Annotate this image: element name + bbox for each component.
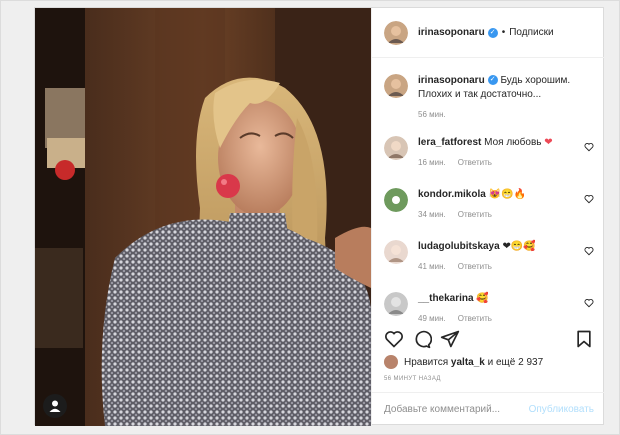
liker-avatar[interactable]	[384, 355, 398, 369]
post-side-panel: irinasoponaru ✓ • Подписки irinasoponaru…	[371, 8, 606, 426]
comment-item: kondor.mikola 😻😁🔥 34 мин. Ответить	[384, 188, 594, 222]
comment-text: Моя любовь	[484, 137, 542, 148]
post-modal: irinasoponaru ✓ • Подписки irinasoponaru…	[34, 7, 606, 426]
like-comment-heart-icon[interactable]	[584, 142, 594, 152]
comment-time: 41 мин.	[418, 262, 446, 271]
likes-prefix: Нравится	[404, 356, 449, 368]
add-comment-bar: Добавьте комментарий... Опубликовать	[372, 392, 606, 426]
like-comment-heart-icon[interactable]	[584, 298, 594, 308]
comment-username[interactable]: lera_fatforest	[418, 137, 481, 148]
comment-icon[interactable]	[412, 329, 432, 349]
caption-avatar[interactable]	[384, 74, 408, 98]
following-button[interactable]: Подписки	[509, 27, 553, 38]
comment-emoji: 🥰	[476, 293, 489, 304]
photo-illustration	[35, 8, 371, 426]
window-frame: irinasoponaru ✓ • Подписки irinasoponaru…	[0, 0, 620, 435]
comment-username[interactable]: ludagolubitskaya	[418, 241, 500, 252]
verified-badge-icon: ✓	[487, 27, 498, 38]
tagged-users-button[interactable]	[43, 394, 67, 418]
bookmark-icon[interactable]	[574, 329, 594, 349]
like-comment-heart-icon[interactable]	[584, 194, 594, 204]
like-comment-heart-icon[interactable]	[584, 246, 594, 256]
post-time-ago: 56 МИНУТ НАЗАД	[384, 376, 441, 382]
comment-input[interactable]: Добавьте комментарий...	[384, 404, 529, 415]
post-actions-bar	[372, 323, 606, 351]
caption-time: 56 мин.	[418, 110, 446, 119]
commenter-avatar[interactable]	[384, 136, 408, 160]
commenter-avatar[interactable]	[384, 240, 408, 264]
comment-time: 34 мин.	[418, 210, 446, 219]
comment-time: 49 мин.	[418, 314, 446, 323]
comment-item: lera_fatforest Моя любовь ❤ 16 мин. Ответ…	[384, 136, 594, 170]
reply-button[interactable]: Ответить	[458, 314, 492, 323]
post-photo[interactable]	[35, 8, 371, 426]
comment-item: __thekarina 🥰 49 мин. Ответить	[384, 292, 594, 323]
comment-username[interactable]: __thekarina	[418, 293, 474, 304]
post-caption: irinasoponaru ✓ Будь хорошим. Плохих и та…	[384, 74, 594, 122]
like-heart-icon[interactable]	[384, 329, 404, 349]
share-send-icon[interactable]	[440, 329, 460, 349]
likes-count[interactable]: и ещё 2 937	[488, 357, 544, 368]
likes-summary: Нравится yalta_k и ещё 2 937	[384, 352, 543, 372]
comments-list: irinasoponaru ✓ Будь хорошим. Плохих и та…	[372, 58, 606, 323]
comment-time: 16 мин.	[418, 158, 446, 167]
comment-item: ludagolubitskaya ❤😁🥰 41 мин. Ответить	[384, 240, 594, 274]
commenter-avatar[interactable]	[384, 292, 408, 316]
comment-emoji: ❤	[544, 137, 553, 148]
comment-emoji: ❤😁🥰	[502, 241, 536, 252]
commenter-avatar[interactable]	[384, 188, 408, 212]
caption-username[interactable]: irinasoponaru	[418, 75, 485, 86]
post-header: irinasoponaru ✓ • Подписки	[372, 8, 606, 58]
reply-button[interactable]: Ответить	[458, 210, 492, 219]
reply-button[interactable]: Ответить	[458, 158, 492, 167]
reply-button[interactable]: Ответить	[458, 262, 492, 271]
header-separator: •	[501, 27, 506, 38]
user-icon	[49, 400, 61, 412]
author-username[interactable]: irinasoponaru	[418, 27, 485, 38]
publish-button[interactable]: Опубликовать	[529, 404, 594, 415]
liker-username[interactable]: yalta_k	[451, 357, 485, 368]
verified-badge-icon: ✓	[487, 75, 498, 86]
comment-username[interactable]: kondor.mikola	[418, 189, 486, 200]
author-avatar[interactable]	[384, 20, 408, 45]
comment-emoji: 😻😁🔥	[488, 189, 526, 200]
